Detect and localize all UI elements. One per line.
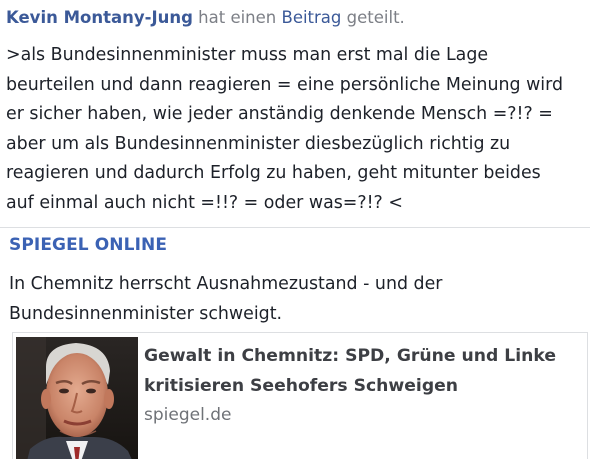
- post-text-line: auf einmal auch nicht =!!? = oder was=?!…: [6, 192, 403, 213]
- author-name[interactable]: Kevin Montany-Jung: [6, 8, 193, 27]
- post-text-line: aber um als Bundesinnenminister diesbezü…: [6, 133, 511, 154]
- article-title-line: kritisieren Seehofers Schweigen: [144, 376, 459, 396]
- post-action-suffix: geteilt.: [346, 8, 405, 27]
- article-title[interactable]: Gewalt in Chemnitz: SPD, Grüne und Linke…: [144, 341, 574, 401]
- post-text-line: er sicher haben, wie jeder anständig den…: [6, 104, 553, 125]
- shared-post: Kevin Montany-Jung hat einen Beitrag get…: [0, 0, 590, 459]
- shared-page-name[interactable]: SPIEGEL ONLINE: [9, 235, 167, 255]
- link-preview-card[interactable]: Gewalt in Chemnitz: SPD, Grüne und Linke…: [12, 332, 588, 459]
- post-text-line: reagieren und dadurch Erfolg zu haben, g…: [6, 163, 541, 184]
- shared-text-line: In Chemnitz herrscht Ausnahmezustand - u…: [9, 274, 443, 294]
- shared-post-link[interactable]: Beitrag: [282, 8, 342, 27]
- shared-text-line: Bundesinnenminister schweigt.: [9, 303, 283, 324]
- post-text-line: beurteilen und dann reagieren = eine per…: [6, 74, 564, 95]
- post-action-text: hat einen: [198, 8, 277, 27]
- person-portrait-image: [16, 337, 138, 459]
- shared-content: SPIEGEL ONLINE In Chemnitz herrscht Ausn…: [0, 227, 590, 459]
- article-title-line: Gewalt in Chemnitz: SPD, Grüne und Linke: [144, 346, 556, 366]
- shared-page-text: In Chemnitz herrscht Ausnahmezustand - u…: [9, 270, 584, 329]
- post-text-line: >als Bundesinnenminister muss man erst m…: [6, 45, 489, 65]
- post-header: Kevin Montany-Jung hat einen Beitrag get…: [6, 7, 405, 29]
- post-text: >als Bundesinnenminister muss man erst m…: [6, 41, 586, 219]
- article-thumbnail[interactable]: [16, 337, 138, 459]
- article-domain: spiegel.de: [144, 405, 232, 425]
